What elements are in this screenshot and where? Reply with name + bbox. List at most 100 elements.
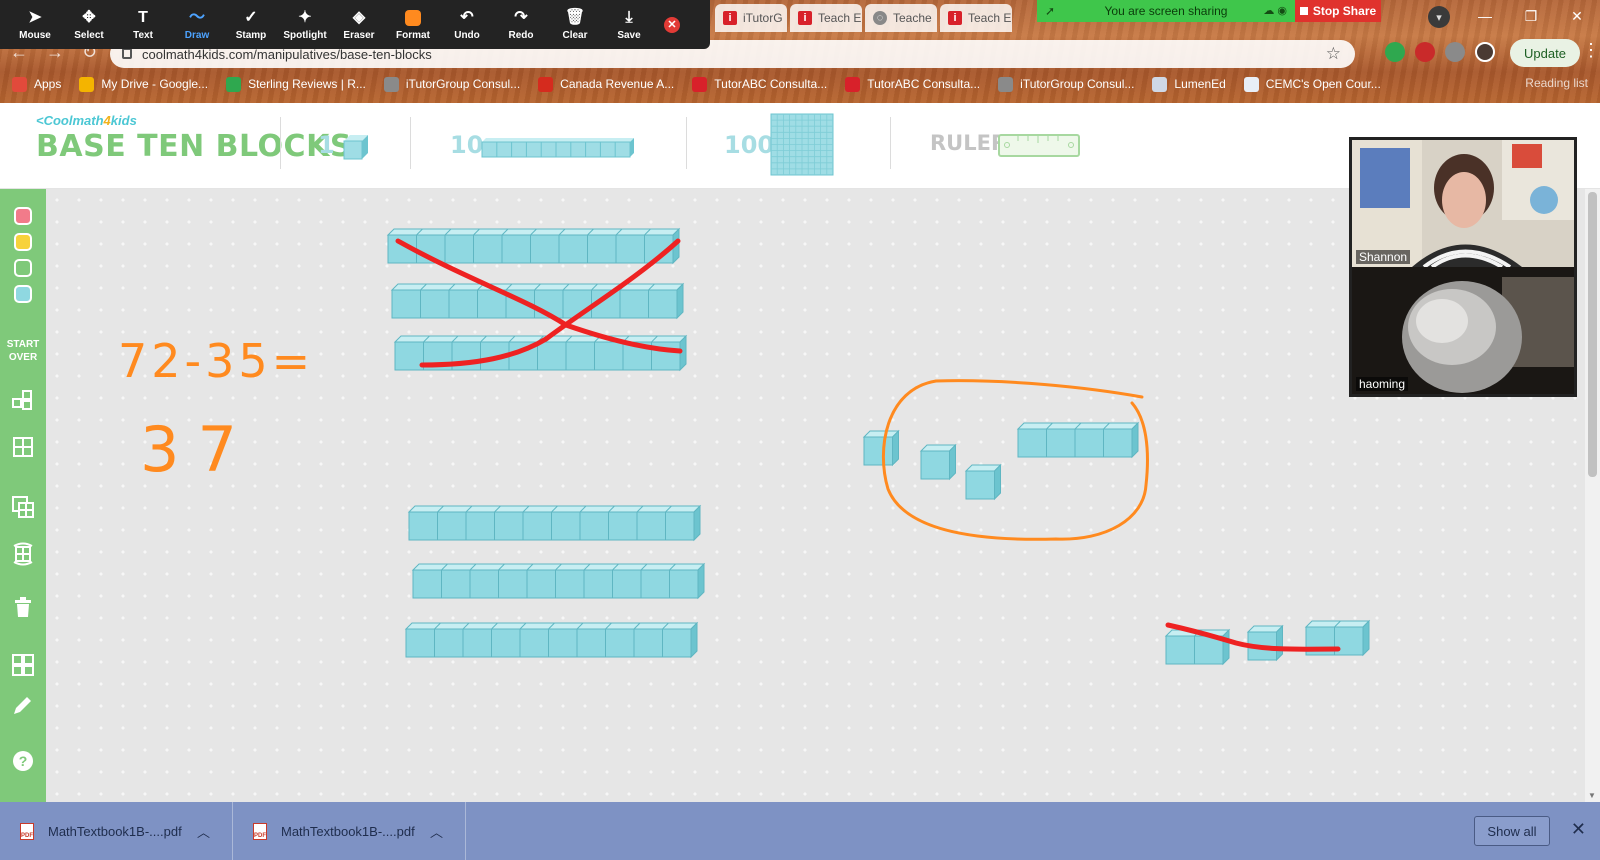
scroll-thumb[interactable] [1588, 192, 1597, 477]
redo-icon: ↷ [514, 8, 528, 26]
zoom-tool-stamp[interactable]: ✓ Stamp [224, 9, 278, 41]
tab-search-icon[interactable]: ▾ [1428, 6, 1450, 28]
duplicate-grid-icon[interactable] [11, 495, 35, 519]
bookmark-item[interactable]: iTutorGroup Consul... [383, 76, 520, 92]
ten-rod-button[interactable] [480, 137, 640, 159]
participant-video-shannon[interactable]: Shannon [1352, 140, 1574, 267]
bookmark-item[interactable]: iTutorGroup Consul... [998, 76, 1134, 92]
zoom-tool-format[interactable]: Format [386, 9, 440, 41]
save-download-icon: ⤓ [625, 8, 633, 26]
pdf-file-icon: PDF [20, 822, 34, 840]
color-swatch-yellow[interactable] [14, 233, 32, 251]
bookmark-item[interactable]: TutorABC Consulta... [692, 76, 828, 92]
start-over-line-1: START [6, 339, 40, 350]
bookmark-favicon [12, 76, 27, 92]
download-filename: MathTextbook1B-....pdf [281, 823, 415, 839]
bookmark-label: LumenEd [1174, 77, 1226, 91]
color-swatch-red[interactable] [14, 207, 32, 225]
bookmark-label: TutorABC Consulta... [714, 77, 828, 91]
ruler-button[interactable] [998, 134, 1082, 158]
zoom-tool-draw[interactable]: 〜 Draw [170, 9, 224, 41]
zoom-tool-save[interactable]: ⤓ Save [602, 9, 656, 41]
download-item[interactable]: PDF MathTextbook1B-....pdf ︿ [233, 802, 466, 860]
red-cross-stroke [395, 238, 683, 354]
pencil-icon[interactable] [11, 693, 35, 717]
cursor-icon: ➤ [28, 8, 42, 26]
zoom-tool-label: Select [74, 29, 104, 41]
tab-title: iTutorG [743, 11, 783, 25]
extension-red-icon[interactable] [1415, 42, 1435, 62]
tool-sidebar: START OVER ? [0, 189, 46, 802]
color-swatch-blue[interactable] [14, 285, 32, 303]
bookmark-item[interactable]: My Drive - Google... [79, 76, 208, 92]
bookmark-item[interactable]: TutorABC Consulta... [845, 76, 980, 92]
browser-tab[interactable]: i iTutorG [715, 4, 787, 32]
color-swatch-green[interactable] [14, 259, 32, 277]
move-icon: ✥ [82, 8, 96, 26]
ten-rod-label: 10 [450, 131, 484, 159]
minimize-icon[interactable]: — [1462, 0, 1508, 32]
zoom-tool-redo[interactable]: ↷ Redo [494, 9, 548, 41]
spotlight-wand-icon: ✦ [298, 8, 312, 26]
unit-block-button[interactable] [340, 133, 370, 161]
handwritten-equation: 72-35= [118, 334, 314, 388]
bookmark-item[interactable]: Apps [12, 76, 61, 92]
zoom-tool-mouse[interactable]: ➤ Mouse [8, 9, 62, 41]
orange-circle-stroke [881, 379, 1149, 541]
chevron-up-icon[interactable]: ︿ [197, 822, 210, 841]
zoom-tool-label: Undo [454, 29, 480, 41]
trash-icon[interactable] [11, 595, 35, 619]
bookmark-item[interactable]: Sterling Reviews | R... [226, 76, 366, 92]
scroll-down-arrow-icon[interactable]: ▼ [1588, 791, 1596, 800]
close-window-icon[interactable]: ✕ [1554, 0, 1600, 32]
download-filename: MathTextbook1B-....pdf [48, 823, 182, 839]
zoom-tool-spotlight[interactable]: ✦ Spotlight [278, 9, 332, 41]
bookmark-item[interactable]: CEMC's Open Cour... [1243, 76, 1381, 92]
tab-favicon: i [948, 11, 962, 25]
zoom-tool-eraser[interactable]: ◈ Eraser [332, 9, 386, 41]
bookmark-item[interactable]: Canada Revenue A... [538, 76, 674, 92]
close-downloads-icon[interactable]: ✕ [1571, 819, 1586, 840]
close-annotation-icon[interactable]: ✕ [664, 16, 680, 33]
undo-icon: ↶ [460, 8, 474, 26]
download-item[interactable]: PDF MathTextbook1B-....pdf ︿ [0, 802, 233, 860]
bookmark-favicon [998, 76, 1014, 92]
bookmark-label: Sterling Reviews | R... [248, 77, 366, 91]
stop-share-button[interactable]: Stop Share [1295, 0, 1381, 22]
bookmark-favicon [1243, 76, 1259, 92]
calculator-icon[interactable] [11, 653, 35, 677]
screen-sharing-banner[interactable]: ➚ You are screen sharing ☁ ◉ [1037, 0, 1295, 22]
show-all-button[interactable]: Show all [1474, 816, 1550, 846]
reading-list[interactable]: Reading list [1525, 76, 1588, 90]
extension-green-icon[interactable] [1385, 42, 1405, 62]
zoom-tool-undo[interactable]: ↶ Undo [440, 9, 494, 41]
canvas-scrollbar[interactable]: ▼ [1585, 189, 1600, 802]
restore-icon[interactable]: ❐ [1508, 0, 1554, 32]
profile-avatar[interactable] [1475, 42, 1495, 62]
participant-video-haoming[interactable]: haoming [1352, 267, 1574, 394]
rotate-grid-icon[interactable] [11, 542, 35, 566]
extension-icons [1385, 42, 1495, 62]
update-button[interactable]: Update [1510, 39, 1580, 67]
zoom-tool-clear[interactable]: 🗑 Clear [548, 9, 602, 41]
hundred-flat-button[interactable] [770, 113, 836, 177]
help-icon[interactable]: ? [11, 749, 35, 773]
brand-four: 4 [103, 113, 111, 128]
bookmark-item[interactable]: LumenEd [1152, 76, 1226, 92]
browser-tab[interactable]: ◌ Teache [865, 4, 937, 32]
video-gallery[interactable]: Shannon haoming [1349, 137, 1577, 397]
chevron-up-icon[interactable]: ︿ [430, 822, 443, 841]
text-icon: T [138, 8, 148, 26]
zoom-tool-text[interactable]: T Text [116, 9, 170, 41]
group-blocks-icon[interactable] [11, 389, 35, 413]
bookmark-star-icon[interactable]: ☆ [1326, 44, 1341, 64]
break-apart-icon[interactable] [11, 435, 35, 459]
menu-kebab-icon[interactable]: ⋮ [1582, 40, 1600, 61]
coolmath4kids-logo[interactable]: <Coolmath4kids [36, 113, 137, 128]
browser-tab[interactable]: i Teach E [790, 4, 862, 32]
start-over-button[interactable]: START OVER [0, 338, 46, 364]
extensions-puzzle-icon[interactable] [1445, 42, 1465, 62]
zoom-annotation-toolbar: ➤ Mouse ✥ Select T Text 〜 Draw ✓ Stamp ✦ Spotlight ◈… [0, 0, 710, 49]
browser-tab[interactable]: i Teach E [940, 4, 1012, 32]
zoom-tool-select[interactable]: ✥ Select [62, 9, 116, 41]
